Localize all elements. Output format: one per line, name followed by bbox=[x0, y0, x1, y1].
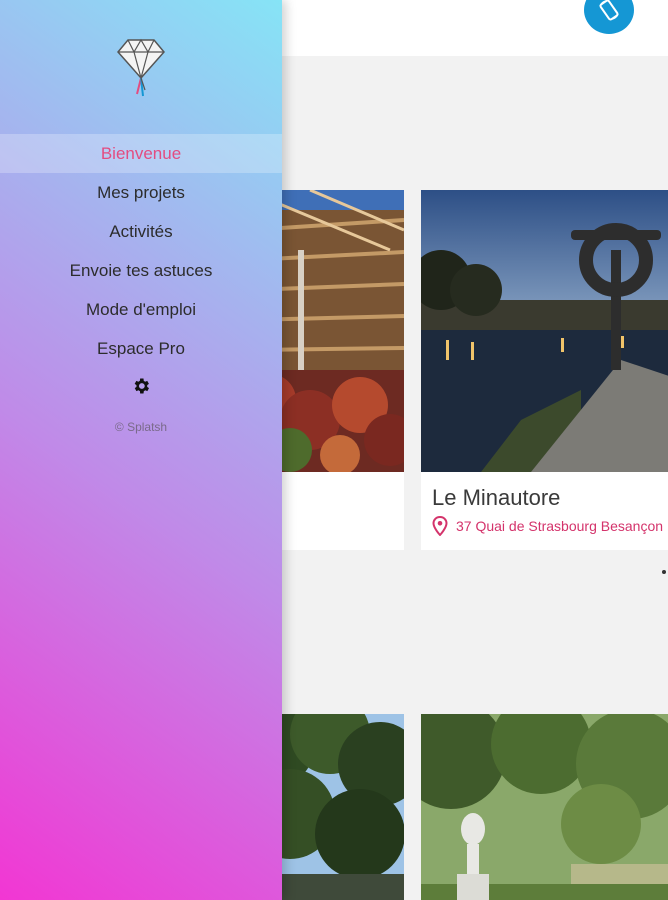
menu-item-mode-emploi[interactable]: Mode d'emploi bbox=[0, 290, 282, 329]
menu-item-bienvenue[interactable]: Bienvenue bbox=[0, 134, 282, 173]
rotate-screen-icon bbox=[599, 0, 619, 21]
card-address-text: 37 Quai de Strasbourg Besançon bbox=[456, 518, 664, 534]
drawer-menu: Bienvenue Mes projets Activités Envoie t… bbox=[0, 134, 282, 368]
place-card[interactable]: Le Minautore 37 Quai de Strasbourg Besan… bbox=[421, 190, 668, 550]
gear-icon[interactable] bbox=[131, 376, 151, 396]
menu-item-mes-projets[interactable]: Mes projets bbox=[0, 173, 282, 212]
copyright-text: © Splatsh bbox=[114, 420, 168, 434]
map-pin-icon bbox=[432, 516, 448, 536]
menu-item-envoie-astuces[interactable]: Envoie tes astuces bbox=[0, 251, 282, 290]
navigation-drawer: Bienvenue Mes projets Activités Envoie t… bbox=[0, 0, 282, 900]
card-title: Le Minautore bbox=[432, 485, 561, 510]
place-card[interactable] bbox=[421, 714, 668, 900]
menu-item-activites[interactable]: Activités bbox=[0, 212, 282, 251]
menu-item-espace-pro[interactable]: Espace Pro bbox=[0, 329, 282, 368]
more-indicator bbox=[662, 570, 666, 574]
river-sculpture-photo bbox=[421, 190, 668, 472]
card-address: 37 Quai de Strasbourg Besançon bbox=[432, 516, 663, 536]
park-urn-photo bbox=[421, 714, 668, 900]
diamond-parachute-logo bbox=[117, 38, 165, 97]
